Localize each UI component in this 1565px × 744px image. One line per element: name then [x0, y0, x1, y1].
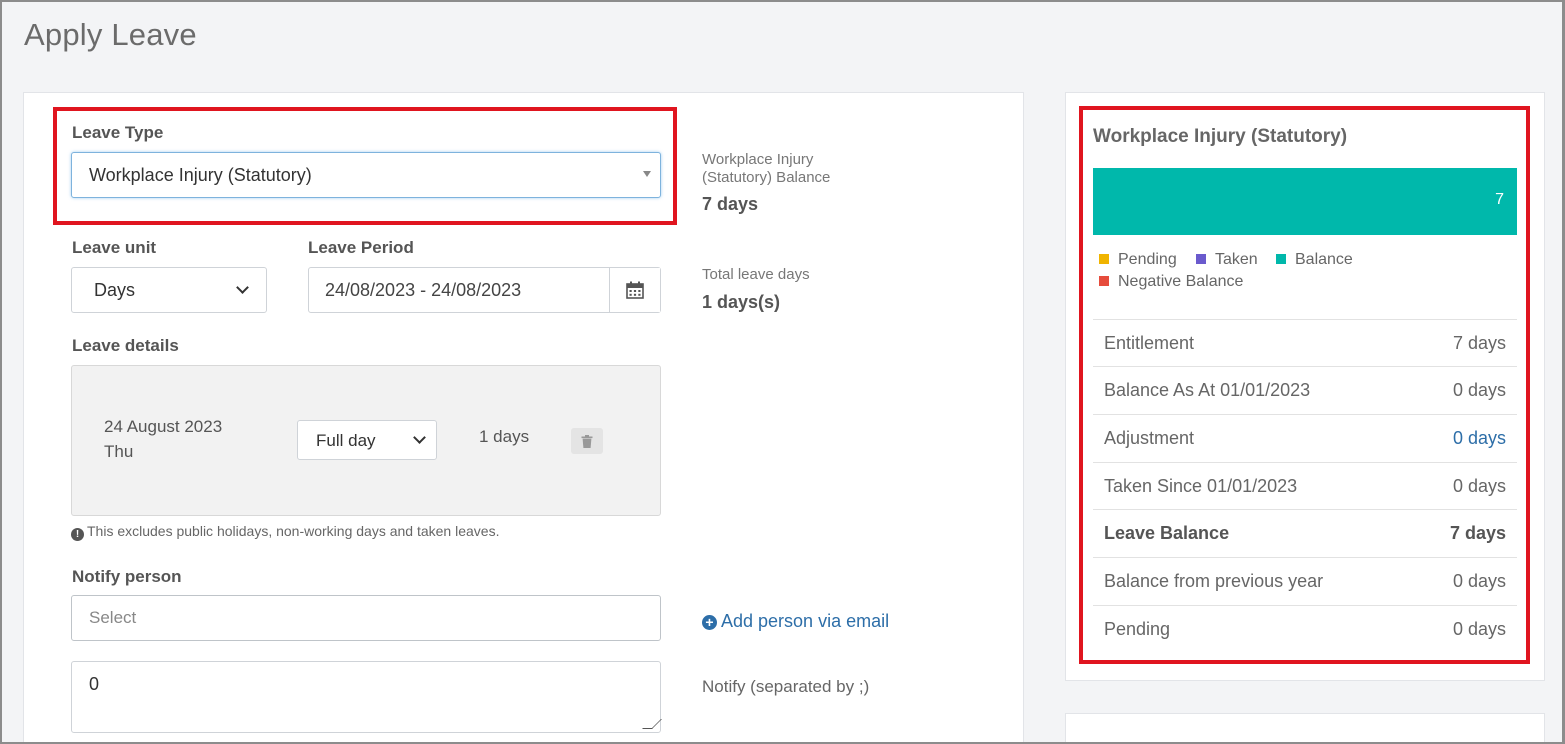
add-person-link[interactable]: + Add person via email	[702, 611, 889, 632]
legend-swatch-balance	[1276, 254, 1286, 264]
detail-days: 1 days	[479, 427, 530, 446]
stats-key: Balance from previous year	[1104, 571, 1324, 591]
balance-bar-value: 7	[1495, 191, 1504, 208]
adjustment-link[interactable]: 0 days	[1453, 428, 1506, 449]
notify-separator-label: Notify (separated by ;)	[702, 677, 870, 696]
balance-label-line1: Workplace Injury	[702, 151, 814, 168]
page-title: Apply Leave	[24, 17, 197, 52]
caret-down-icon	[643, 171, 651, 177]
balance-label: Workplace Injury (Statutory) Balance	[702, 151, 830, 187]
notify-person-label: Notify person	[72, 567, 182, 586]
leave-unit-label: Leave unit	[72, 238, 157, 257]
leave-type-select[interactable]: Workplace Injury (Statutory)	[71, 152, 661, 198]
stats-value: 0 days	[1452, 476, 1506, 496]
total-days-value: 1 days(s)	[702, 292, 781, 312]
balance-value: 7 days	[702, 194, 759, 214]
detail-date-text: 24 August 2023	[104, 417, 223, 436]
legend-pending: Pending	[1099, 251, 1177, 269]
leave-unit-select[interactable]: Days	[71, 267, 267, 313]
leave-details-label: Leave details	[72, 336, 179, 355]
chevron-down-icon	[236, 281, 249, 294]
leave-period-label: Leave Period	[308, 238, 414, 257]
stats-row-balance-as-at: Balance As At 01/01/2023 0 days	[1093, 366, 1517, 413]
legend-balance: Balance	[1276, 251, 1353, 269]
stats-row-adjustment: Adjustment 0 days	[1093, 414, 1517, 461]
plus-circle-icon: +	[702, 615, 717, 630]
stats-key: Balance As At 01/01/2023	[1104, 380, 1311, 400]
legend-label: Negative Balance	[1118, 273, 1244, 290]
balance-label-line2: (Statutory) Balance	[702, 169, 831, 186]
stats-key: Leave Balance	[1104, 523, 1230, 543]
stats-value: 7 days	[1452, 333, 1506, 353]
delete-day-button[interactable]	[571, 428, 603, 454]
stats-key: Taken Since 01/01/2023	[1104, 476, 1298, 496]
stats-row-entitlement: Entitlement 7 days	[1093, 319, 1517, 366]
legend-swatch-negative-balance	[1099, 276, 1109, 286]
legend-swatch-pending	[1099, 254, 1109, 264]
add-person-link-text: Add person via email	[721, 611, 890, 631]
detail-date: 24 August 2023 Thu	[104, 414, 222, 464]
calendar-icon	[626, 281, 644, 299]
legend-swatch-taken	[1196, 254, 1206, 264]
stats-value: 0 days	[1452, 619, 1506, 639]
summary-title: Workplace Injury (Statutory)	[1093, 126, 1348, 147]
legend-label: Pending	[1118, 251, 1177, 268]
leave-details-panel: 24 August 2023 Thu Full day 1 days	[71, 365, 661, 516]
stats-row-leave-balance: Leave Balance 7 days	[1093, 509, 1517, 556]
trash-icon	[581, 435, 593, 448]
stats-value: 0 days	[1452, 571, 1506, 591]
stats-key: Pending	[1104, 619, 1171, 639]
leave-unit-value: Days	[94, 280, 136, 300]
notify-person-select[interactable]: Select	[71, 595, 661, 641]
leave-type-label: Leave Type	[72, 123, 164, 142]
leave-note: ! This excludes public holidays, non-work…	[71, 523, 499, 541]
leave-type-value: Workplace Injury (Statutory)	[89, 165, 312, 185]
leave-period-input[interactable]: 24/08/2023 - 24/08/2023	[308, 267, 661, 313]
exclamation-icon: !	[71, 528, 84, 541]
total-days-label: Total leave days	[702, 266, 810, 283]
notify-email-textarea[interactable]: 0	[71, 661, 662, 733]
calendar-button[interactable]	[609, 268, 660, 312]
leave-period-value: 24/08/2023 - 24/08/2023	[325, 280, 522, 300]
notify-person-placeholder: Select	[89, 608, 137, 627]
legend-label: Taken	[1215, 251, 1258, 268]
notify-email-value: 0	[89, 674, 100, 694]
chevron-down-icon	[413, 431, 426, 444]
secondary-card	[1065, 713, 1545, 744]
balance-bar: 7	[1093, 168, 1517, 235]
stats-key: Entitlement	[1104, 333, 1195, 353]
legend-label: Balance	[1295, 251, 1353, 268]
detail-weekday: Thu	[104, 442, 134, 461]
day-portion-select[interactable]: Full day	[297, 420, 437, 460]
stats-row-taken-since: Taken Since 01/01/2023 0 days	[1093, 462, 1517, 509]
day-portion-value: Full day	[316, 431, 376, 450]
leave-note-text: This excludes public holidays, non-worki…	[87, 523, 500, 539]
stats-key: Adjustment	[1104, 428, 1195, 448]
resize-handle-icon[interactable]	[642, 719, 662, 729]
stats-value: 0 days	[1452, 380, 1506, 400]
stats-row-previous-year: Balance from previous year 0 days	[1093, 557, 1517, 604]
stats-value: 7 days	[1449, 523, 1506, 543]
legend-negative-balance: Negative Balance	[1099, 273, 1243, 291]
stats-row-pending: Pending 0 days	[1093, 605, 1517, 652]
legend-taken: Taken	[1196, 251, 1258, 269]
